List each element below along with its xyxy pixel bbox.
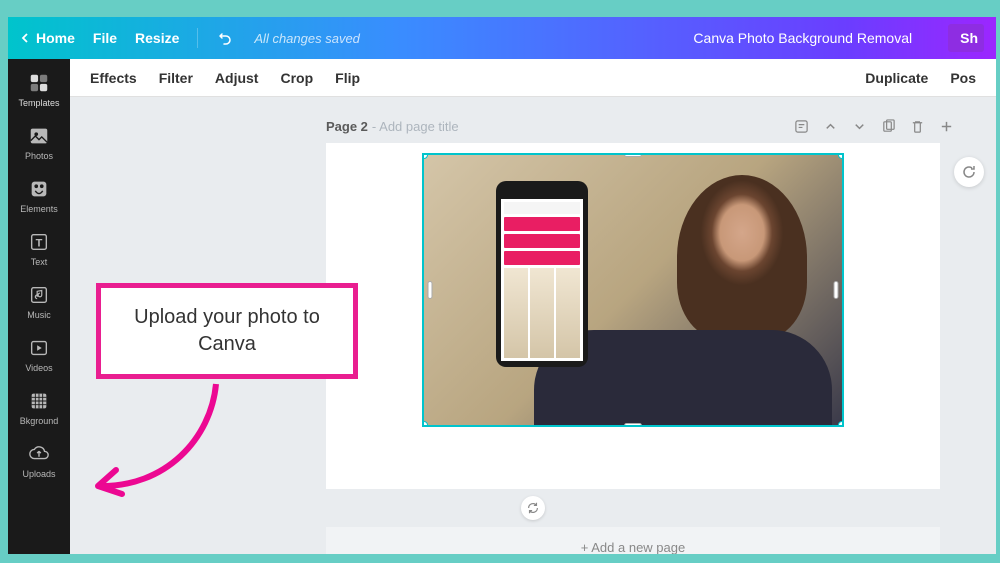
page-number: Page 2	[326, 119, 368, 134]
tutorial-arrow	[76, 378, 246, 508]
rotate-button[interactable]	[954, 157, 984, 187]
copy-page-icon[interactable]	[881, 119, 896, 134]
sidebar-item-music[interactable]: Music	[8, 275, 70, 328]
filter-button[interactable]: Filter	[159, 70, 193, 86]
photos-icon	[28, 125, 50, 147]
elements-icon	[28, 178, 50, 200]
flip-button[interactable]: Flip	[335, 70, 360, 86]
undo-icon	[216, 30, 232, 46]
text-icon: T	[28, 231, 50, 253]
background-icon	[28, 390, 50, 412]
undo-button[interactable]	[216, 30, 232, 46]
sidebar-item-templates[interactable]: Templates	[8, 63, 70, 116]
videos-icon	[28, 337, 50, 359]
sidebar-item-elements[interactable]: Elements	[8, 169, 70, 222]
page-header: Page 2 - Add page title	[326, 119, 954, 134]
page-canvas[interactable]	[326, 143, 940, 489]
resize-handle-right[interactable]	[834, 281, 839, 299]
position-button[interactable]: Pos	[950, 70, 976, 86]
left-sidebar: Templates Photos Elements T Text Music V…	[8, 59, 70, 554]
sidebar-item-photos[interactable]: Photos	[8, 116, 70, 169]
tutorial-callout: Upload your photo to Canva	[96, 283, 358, 379]
document-title[interactable]: Canva Photo Background Removal	[693, 30, 912, 46]
resize-menu[interactable]: Resize	[135, 30, 179, 46]
resize-handle-left[interactable]	[428, 281, 433, 299]
uploads-icon	[28, 443, 50, 465]
add-new-page-button[interactable]: + Add a new page	[326, 527, 940, 554]
sync-button[interactable]	[521, 496, 545, 520]
crop-button[interactable]: Crop	[280, 70, 313, 86]
home-button[interactable]: Home	[20, 30, 75, 46]
separator	[197, 28, 198, 48]
music-icon	[28, 284, 50, 306]
sidebar-item-uploads[interactable]: Uploads	[8, 434, 70, 487]
phone-in-photo	[496, 181, 588, 367]
effects-button[interactable]: Effects	[90, 70, 137, 86]
templates-icon	[28, 72, 50, 94]
resize-handle-tr[interactable]	[838, 153, 844, 159]
sync-icon	[526, 501, 540, 515]
selected-photo[interactable]	[422, 153, 844, 427]
resize-handle-br[interactable]	[838, 421, 844, 427]
share-button[interactable]: Sh	[948, 24, 984, 52]
rotate-icon	[961, 164, 977, 180]
resize-handle-bottom[interactable]	[624, 423, 642, 427]
page-title-input[interactable]: - Add page title	[372, 119, 459, 134]
svg-text:T: T	[36, 238, 43, 250]
image-toolbar: Effects Filter Adjust Crop Flip Duplicat…	[70, 59, 996, 97]
resize-handle-tl[interactable]	[422, 153, 428, 159]
duplicate-button[interactable]: Duplicate	[865, 70, 928, 86]
add-page-icon[interactable]	[939, 119, 954, 134]
move-up-icon[interactable]	[823, 119, 838, 134]
delete-page-icon[interactable]	[910, 119, 925, 134]
resize-handle-top[interactable]	[624, 153, 642, 157]
top-menu-bar: Home File Resize All changes saved Canva…	[8, 17, 996, 59]
move-down-icon[interactable]	[852, 119, 867, 134]
notes-icon[interactable]	[794, 119, 809, 134]
save-status: All changes saved	[254, 31, 360, 46]
sidebar-item-background[interactable]: Bkground	[8, 381, 70, 434]
adjust-button[interactable]: Adjust	[215, 70, 259, 86]
chevron-left-icon	[20, 33, 30, 43]
sidebar-item-videos[interactable]: Videos	[8, 328, 70, 381]
resize-handle-bl[interactable]	[422, 421, 428, 427]
sidebar-item-text[interactable]: T Text	[8, 222, 70, 275]
file-menu[interactable]: File	[93, 30, 117, 46]
